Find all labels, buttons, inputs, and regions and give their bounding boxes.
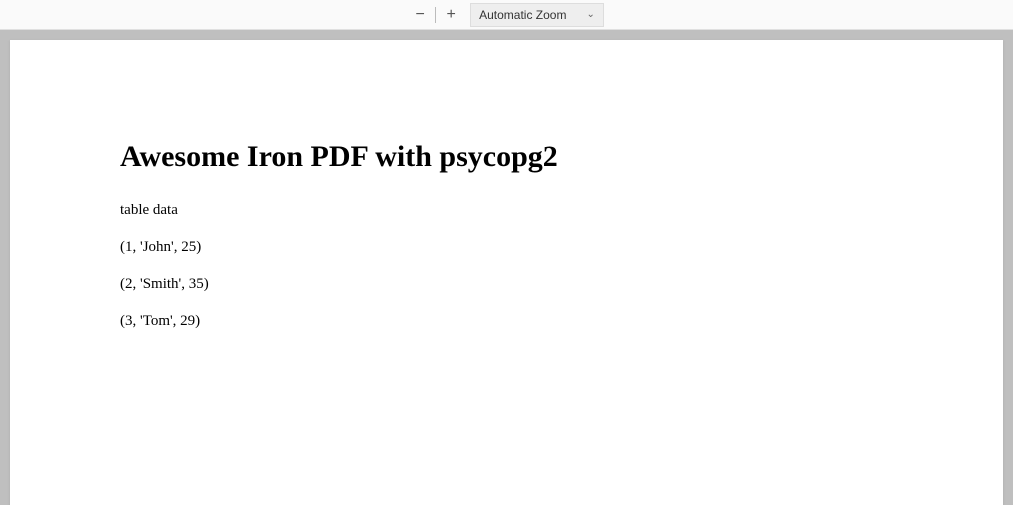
table-row: (2, 'Smith', 35) [120, 276, 893, 293]
chevron-down-icon: ⌄ [586, 9, 594, 20]
pdf-toolbar: − + Automatic Zoom ⌄ [0, 0, 1013, 30]
pdf-page: Awesome Iron PDF with psycopg2 table dat… [10, 40, 1003, 505]
table-row: (1, 'John', 25) [120, 239, 893, 256]
document-subtitle: table data [120, 202, 893, 219]
pdf-viewer-background: Awesome Iron PDF with psycopg2 table dat… [0, 30, 1013, 505]
toolbar-divider [435, 7, 436, 23]
zoom-mode-select[interactable]: Automatic Zoom ⌄ [470, 3, 604, 27]
minus-icon: − [415, 6, 424, 24]
zoom-in-button[interactable]: + [440, 4, 462, 26]
table-row: (3, 'Tom', 29) [120, 313, 893, 330]
document-title: Awesome Iron PDF with psycopg2 [120, 140, 893, 174]
zoom-mode-label: Automatic Zoom [479, 8, 566, 22]
zoom-out-button[interactable]: − [409, 4, 431, 26]
plus-icon: + [446, 6, 455, 24]
